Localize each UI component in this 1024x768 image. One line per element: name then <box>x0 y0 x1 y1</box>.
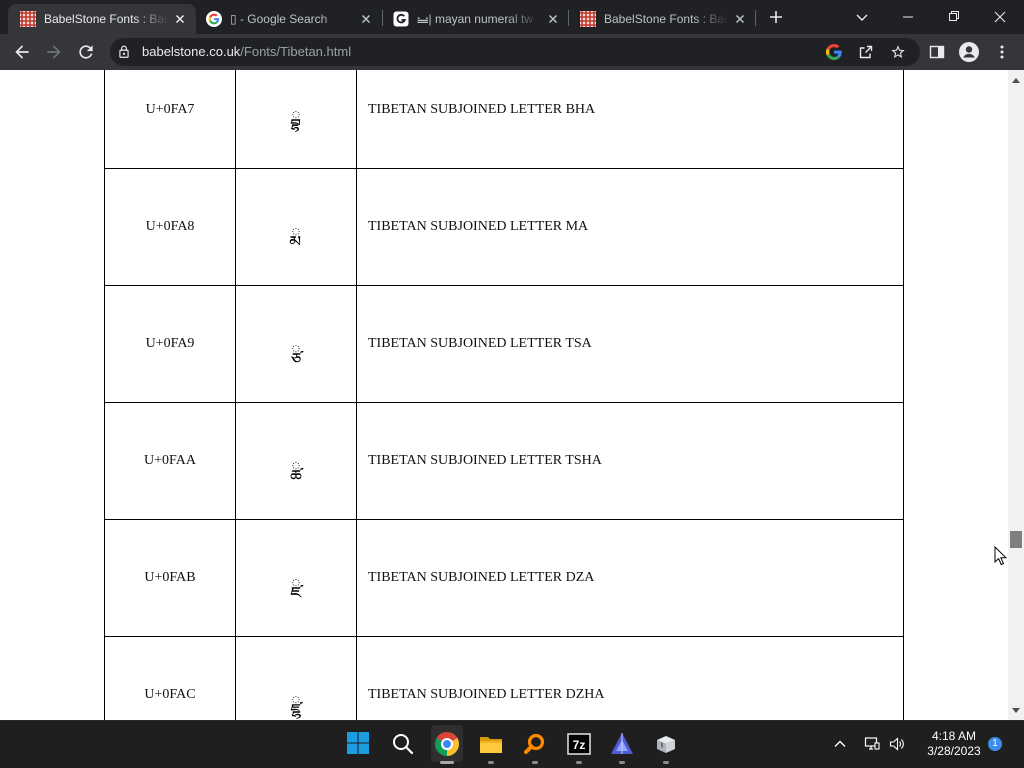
tab-title: 𝋬| mayan numeral tw <box>417 12 533 26</box>
restore-icon[interactable] <box>948 10 960 22</box>
chrome-icon[interactable] <box>435 732 459 756</box>
google-favicon <box>206 11 222 27</box>
lock-icon[interactable] <box>117 45 131 59</box>
windows-taskbar: 7z 4:18 AM 3/28/2023 1 <box>0 720 1024 768</box>
glyph-cell: ◌ྪ <box>236 403 357 519</box>
glyph-cell: ◌ྩ <box>236 286 357 402</box>
table-row: U+0FA7 ◌ྦྷ TIBETAN SUBJOINED LETTER BHA <box>105 70 903 169</box>
table-row: U+0FA9 ◌ྩ TIBETAN SUBJOINED LETTER TSA <box>105 286 903 403</box>
search-icon[interactable] <box>391 732 415 756</box>
file-explorer-icon[interactable] <box>479 732 503 756</box>
network-icon[interactable] <box>864 736 880 752</box>
table-row: U+0FAC ◌ྫྷ TIBETAN SUBJOINED LETTER DZHA <box>105 637 903 720</box>
glyph-cell: ◌ྨ <box>236 169 357 285</box>
glyph-cell: ◌ྦྷ <box>236 70 357 168</box>
character-name-cell: TIBETAN SUBJOINED LETTER TSHA <box>368 453 602 468</box>
scrollbar-thumb[interactable] <box>1010 531 1022 548</box>
browser-toolbar: babelstone.co.uk/Fonts/Tibetan.html <box>0 34 1024 70</box>
tab-title: ▯ - Google Search <box>230 12 328 26</box>
vertical-scrollbar[interactable] <box>1008 70 1024 720</box>
glyph-cell: ◌ྫ <box>236 520 357 636</box>
chevron-down-icon[interactable] <box>855 10 869 24</box>
close-tab-icon[interactable] <box>732 11 748 27</box>
tab-mayan-numeral[interactable]: 𝋬| mayan numeral tw <box>381 4 569 34</box>
code-point-cell: U+0FAA <box>105 403 236 519</box>
running-indicator <box>532 761 538 764</box>
speaker-icon[interactable] <box>889 736 905 752</box>
tab-strip: BabelStone Fonts : Bab ▯ - Google Search… <box>0 0 1024 34</box>
code-point-cell: U+0FA8 <box>105 169 236 285</box>
running-indicator <box>488 761 494 764</box>
mouse-cursor-icon <box>994 546 1007 566</box>
close-icon[interactable] <box>994 11 1006 23</box>
clock-date: 3/28/2023 <box>927 744 981 758</box>
tab-title: BabelStone Fonts : Bab <box>604 12 728 26</box>
close-tab-icon[interactable] <box>358 11 374 27</box>
reload-icon[interactable] <box>76 42 96 62</box>
character-name-cell: TIBETAN SUBJOINED LETTER BHA <box>368 102 596 117</box>
running-indicator <box>576 761 582 764</box>
svg-text:7z: 7z <box>573 738 586 752</box>
character-name-cell: TIBETAN SUBJOINED LETTER MA <box>368 219 589 234</box>
page-viewport: U+0FA7 ◌ྦྷ TIBETAN SUBJOINED LETTER BHA U… <box>0 70 1024 720</box>
character-name-cell: TIBETAN SUBJOINED LETTER TSA <box>368 336 592 351</box>
code-point-cell: U+0FAC <box>105 637 236 720</box>
tab-babelstone-active[interactable]: BabelStone Fonts : Bab <box>8 4 196 34</box>
tab-google-search[interactable]: ▯ - Google Search <box>194 4 382 34</box>
code-point-cell: U+0FAB <box>105 520 236 636</box>
unicode-character-table: U+0FA7 ◌ྦྷ TIBETAN SUBJOINED LETTER BHA U… <box>104 70 904 720</box>
running-indicator <box>619 761 625 764</box>
table-row: U+0FAB ◌ྫ TIBETAN SUBJOINED LETTER DZA <box>105 520 903 637</box>
back-arrow-icon[interactable] <box>12 42 32 62</box>
everything-search-icon[interactable] <box>523 732 547 756</box>
windows-start-icon[interactable] <box>347 732 371 756</box>
side-panel-icon[interactable] <box>929 44 945 60</box>
notification-badge[interactable]: 1 <box>988 737 1002 751</box>
chevron-up-icon[interactable] <box>833 737 847 751</box>
character-name-cell: TIBETAN SUBJOINED LETTER DZA <box>368 570 595 585</box>
character-name-cell: TIBETAN SUBJOINED LETTER DZHA <box>368 687 605 702</box>
glyph-cell: ◌ྫྷ <box>236 637 357 720</box>
menu-icon[interactable] <box>994 44 1010 60</box>
system-clock[interactable]: 4:18 AM 3/28/2023 <box>920 729 988 759</box>
url-text[interactable]: babelstone.co.uk/Fonts/Tibetan.html <box>142 38 351 66</box>
tab-title: BabelStone Fonts : Bab <box>44 12 168 26</box>
running-indicator <box>440 761 454 764</box>
google-square-favicon <box>393 11 409 27</box>
close-tab-icon[interactable] <box>172 11 188 27</box>
clock-time: 4:18 AM <box>931 729 977 743</box>
babelstone-favicon <box>20 11 36 27</box>
tab-separator <box>755 10 756 26</box>
7zip-icon[interactable]: 7z <box>567 732 591 756</box>
share-icon[interactable] <box>858 44 874 60</box>
tab-babelstone[interactable]: BabelStone Fonts : Bab <box>568 4 756 34</box>
scroll-up-arrow-icon[interactable] <box>1012 77 1020 83</box>
table-row: U+0FA8 ◌ྨ TIBETAN SUBJOINED LETTER MA <box>105 169 903 286</box>
close-tab-icon[interactable] <box>545 11 561 27</box>
plus-icon[interactable] <box>769 10 783 24</box>
star-icon[interactable] <box>890 44 906 60</box>
triangle-app-icon[interactable] <box>610 732 634 756</box>
profile-icon[interactable] <box>959 42 979 62</box>
code-point-cell: U+0FA7 <box>105 70 236 168</box>
url-host: babelstone.co.uk <box>142 44 241 59</box>
minimize-icon[interactable] <box>902 11 914 23</box>
babelstone-favicon <box>580 11 596 27</box>
running-indicator <box>663 761 669 764</box>
table-row: U+0FAA ◌ྪ TIBETAN SUBJOINED LETTER TSHA <box>105 403 903 520</box>
address-bar[interactable]: babelstone.co.uk/Fonts/Tibetan.html <box>110 38 920 66</box>
url-path: /Fonts/Tibetan.html <box>240 44 352 59</box>
google-icon[interactable] <box>826 44 842 60</box>
code-point-cell: U+0FA9 <box>105 286 236 402</box>
box-app-icon[interactable] <box>654 732 678 756</box>
forward-arrow-icon[interactable] <box>44 42 64 62</box>
scroll-down-arrow-icon[interactable] <box>1012 708 1020 714</box>
